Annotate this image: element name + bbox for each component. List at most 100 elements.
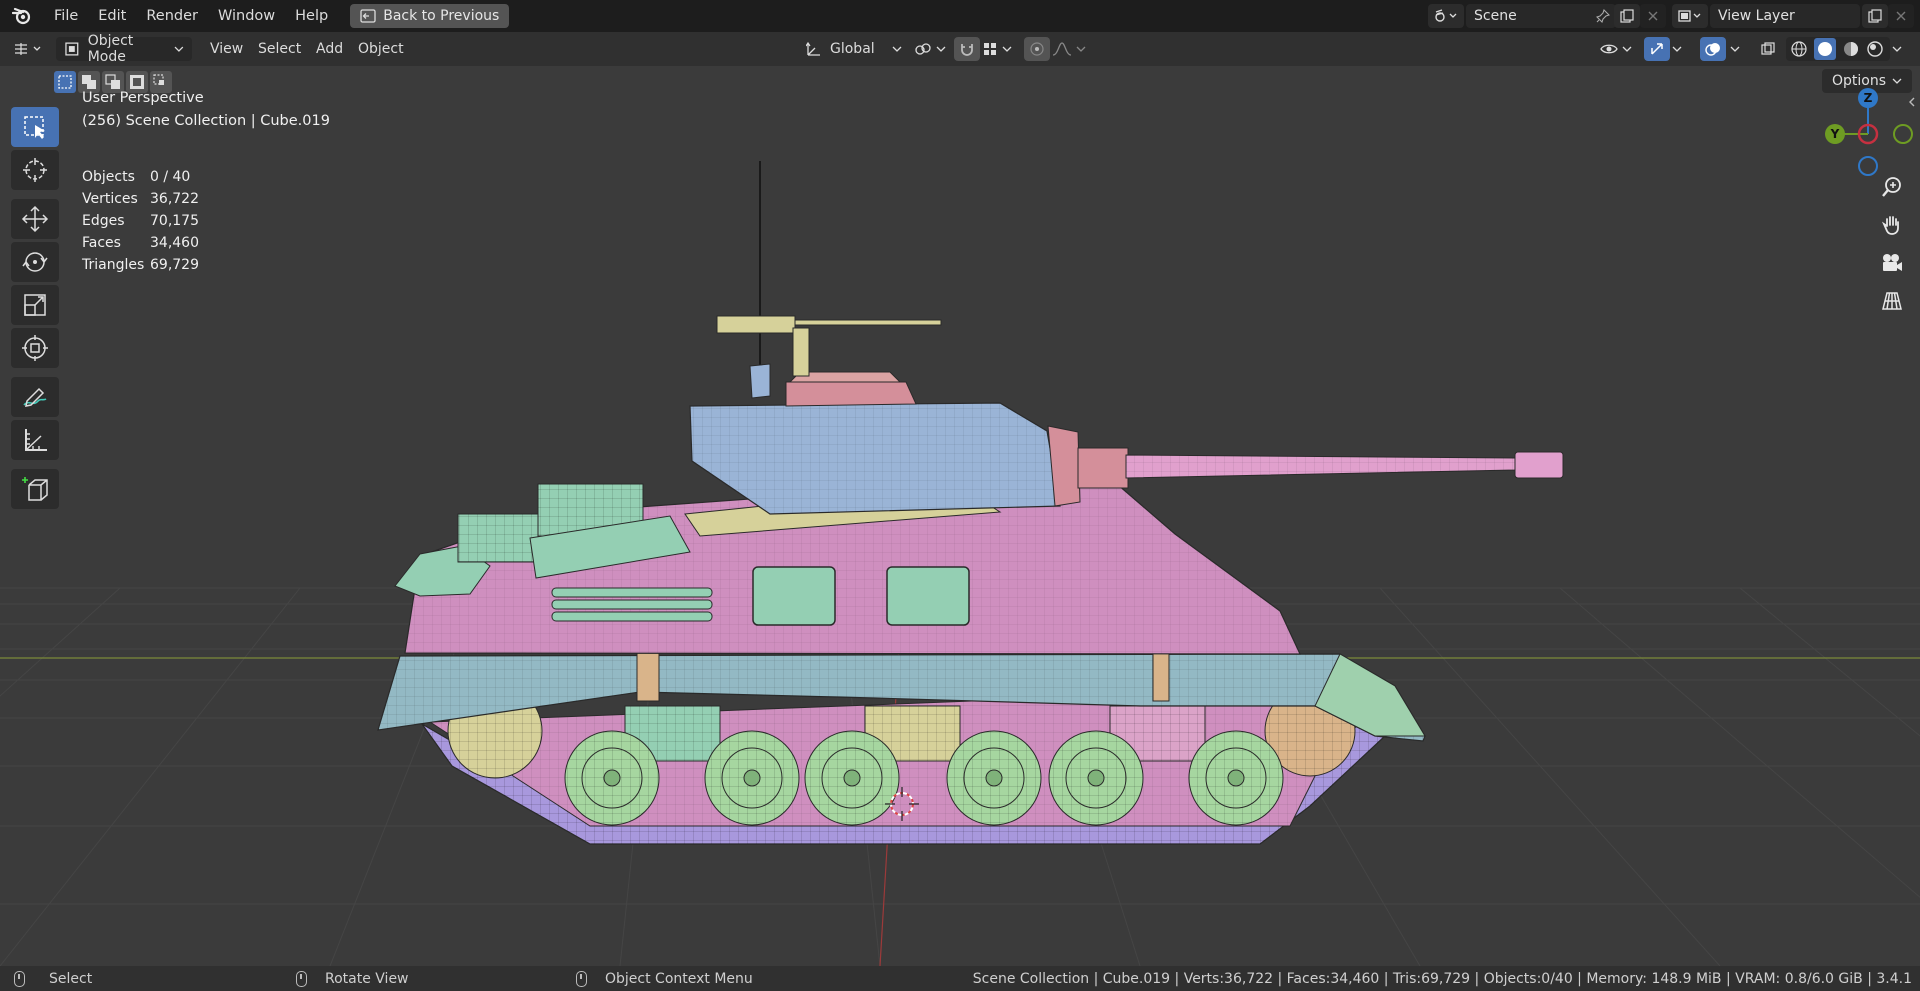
stat-row-vertices: Vertices 36,722: [82, 191, 199, 207]
back-screen-icon: [360, 9, 376, 23]
shading-dropdown[interactable]: [1892, 37, 1902, 61]
mode-selector[interactable]: Object Mode: [56, 33, 192, 65]
rendered-shading-icon[interactable]: [1866, 40, 1884, 58]
rotate-tool[interactable]: [11, 242, 59, 282]
move-icon: [21, 205, 49, 233]
pin-icon[interactable]: [1596, 9, 1610, 23]
visibility-selector[interactable]: [1600, 37, 1638, 61]
snap-grid-icon: [984, 43, 996, 55]
proportional-edit-icon: [1030, 42, 1044, 56]
scene-canvas: [0, 161, 1920, 966]
menu-view[interactable]: View: [210, 37, 243, 61]
scene-name-field[interactable]: Scene: [1466, 4, 1616, 28]
gizmo-dropdown[interactable]: [1672, 37, 1682, 61]
status-bar: Select Rotate View Object Context Menu S…: [0, 966, 1920, 991]
xray-icon: [1761, 42, 1775, 55]
rotate-icon: [22, 252, 48, 272]
status-select-hint: Select: [14, 970, 92, 987]
camera-icon: [1883, 254, 1902, 271]
pan-button[interactable]: [1876, 210, 1908, 240]
zoom-button[interactable]: [1876, 172, 1908, 202]
scale-tool[interactable]: [11, 285, 59, 325]
new-scene-icon[interactable]: [1614, 4, 1640, 28]
delete-view-layer-icon[interactable]: [1888, 4, 1914, 28]
editor-type-icon[interactable]: [12, 37, 50, 61]
chevron-down-icon: [1622, 46, 1632, 52]
solid-shading-button[interactable]: [1814, 38, 1836, 60]
zoom-icon: [1882, 177, 1901, 197]
navigation-gizmo[interactable]: Z Y: [1810, 86, 1920, 186]
ruler-icon: [25, 429, 47, 451]
proportional-falloff-selector[interactable]: [1052, 37, 1092, 61]
tool-shelf: [11, 107, 61, 512]
perspective-toggle-button[interactable]: [1876, 286, 1908, 316]
viewport-header: Object Mode View Select Add Object Globa…: [0, 32, 1920, 66]
scene-selector-icon[interactable]: [1428, 4, 1464, 28]
pivot-point-selector[interactable]: [914, 37, 948, 61]
snap-target-selector[interactable]: [982, 37, 1016, 61]
menu-render[interactable]: Render: [136, 8, 208, 24]
3d-viewport[interactable]: Options User Perspective (256) Scene Col…: [0, 66, 1920, 966]
chevron-down-icon: [1730, 46, 1740, 52]
chevron-down-icon: [1892, 78, 1902, 84]
pivot-link-icon: [915, 43, 931, 55]
back-to-previous-button[interactable]: Back to Previous: [350, 4, 510, 28]
menu-file[interactable]: File: [44, 8, 88, 24]
gizmo-z-label: Z: [1864, 91, 1873, 105]
annotate-tool[interactable]: [11, 377, 59, 417]
xray-toggle[interactable]: [1755, 37, 1781, 61]
proportional-edit-toggle[interactable]: [1024, 37, 1050, 61]
stat-row-triangles: Triangles 69,729: [82, 257, 199, 273]
measure-tool[interactable]: [11, 420, 59, 460]
gizmo-neg-y-axis[interactable]: [1893, 124, 1913, 144]
transform-orientation-selector[interactable]: Global: [806, 37, 902, 61]
solid-shading-icon: [1818, 42, 1832, 56]
camera-view-button[interactable]: [1876, 248, 1908, 278]
overlays-toggle[interactable]: [1700, 37, 1726, 61]
select-box-icon: [24, 116, 45, 139]
chevron-down-icon: [892, 46, 902, 52]
gizmo-neg-z-axis[interactable]: [1858, 156, 1878, 176]
menu-edit[interactable]: Edit: [88, 8, 136, 24]
orientation-global-icon: [806, 41, 820, 56]
chevron-down-icon: [1892, 46, 1902, 52]
new-view-layer-icon[interactable]: [1862, 4, 1888, 28]
menu-object[interactable]: Object: [358, 37, 404, 61]
view-layer-name-field[interactable]: View Layer: [1710, 4, 1860, 28]
delete-scene-icon[interactable]: [1640, 4, 1666, 28]
hand-icon: [1881, 216, 1899, 235]
grid-perspective-icon: [1882, 292, 1902, 310]
view-layer-selector-icon[interactable]: [1672, 4, 1708, 28]
menu-window[interactable]: Window: [208, 8, 285, 24]
menu-help[interactable]: Help: [285, 8, 338, 24]
turret: [689, 371, 1081, 515]
scene-statistics: Objects 0 / 40 Vertices 36,722 Edges 70,175…: [82, 166, 199, 276]
overlays-icon: [1705, 43, 1720, 56]
mouse-middle-icon: [296, 970, 307, 987]
chevron-down-icon: [174, 46, 184, 52]
status-context-hint: Object Context Menu: [576, 970, 753, 987]
pencil-icon: [23, 387, 47, 407]
sidebar-toggle-icon[interactable]: [1909, 97, 1915, 107]
add-cube-icon: [22, 477, 48, 501]
cursor-tool[interactable]: [11, 150, 59, 190]
menu-add[interactable]: Add: [316, 37, 343, 61]
material-shading-icon[interactable]: [1842, 40, 1860, 58]
transform-tool[interactable]: [11, 328, 59, 368]
chevron-down-icon: [1002, 46, 1012, 52]
perspective-label: User Perspective: [82, 90, 204, 106]
select-box-tool[interactable]: [11, 107, 59, 147]
status-rotate-hint: Rotate View: [296, 970, 409, 987]
add-cube-tool[interactable]: [11, 469, 59, 509]
move-tool[interactable]: [11, 199, 59, 239]
back-to-previous-label: Back to Previous: [383, 8, 500, 24]
magnet-icon: [961, 44, 973, 56]
blender-logo-icon[interactable]: [0, 0, 44, 32]
menu-select[interactable]: Select: [258, 37, 301, 61]
stat-row-objects: Objects 0 / 40: [82, 169, 191, 185]
snap-toggle[interactable]: [954, 37, 980, 61]
overlays-dropdown[interactable]: [1730, 37, 1740, 61]
select-new-button[interactable]: [54, 71, 76, 93]
wireframe-shading-icon[interactable]: [1790, 40, 1808, 58]
gizmo-toggle[interactable]: [1644, 37, 1670, 61]
